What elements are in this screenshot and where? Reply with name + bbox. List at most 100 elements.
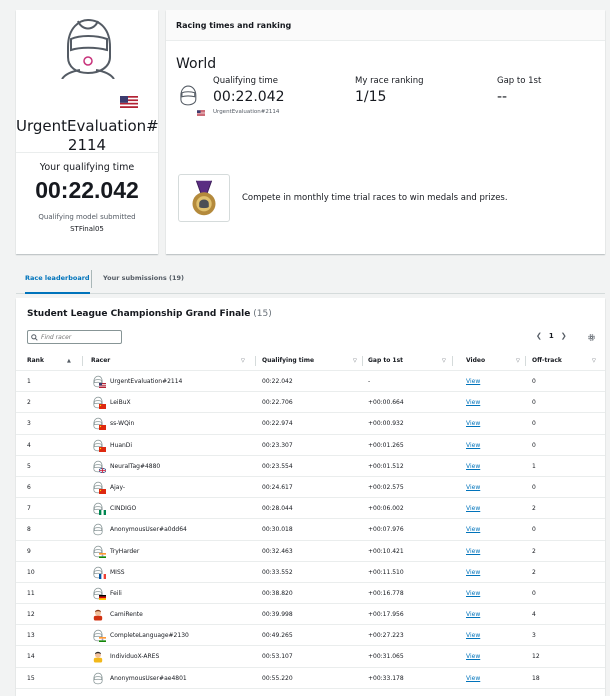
gap-cell: +00:31.065 — [368, 653, 404, 661]
table-row: 9 TryHarder 00:32.463 +00:10.421 View 2 — [16, 541, 605, 562]
search-racer-input[interactable] — [41, 333, 117, 341]
offtrack-cell: 0 — [532, 441, 536, 449]
rank-cell: 3 — [27, 420, 31, 428]
table-row: 14 IndividuoX-ARES 00:53.107 +00:31.065 View… — [16, 646, 605, 668]
table-row: 6 Ajay- 00:24.617 +00:02.575 View 0 — [16, 477, 605, 499]
tab-race-leaderboard[interactable]: Race leaderboard — [25, 266, 90, 294]
search-racer-field[interactable] — [27, 330, 122, 344]
col-video[interactable]: Video ▽ — [466, 351, 520, 371]
view-video-link[interactable]: View — [466, 435, 480, 456]
offtrack-cell: 0 — [532, 526, 536, 534]
table-row: 10 MISS 00:33.552 +00:11.510 View 2 — [16, 562, 605, 583]
qualifying-time-cell: 00:38.820 — [262, 589, 293, 597]
gap-cell: - — [368, 378, 371, 385]
table-row: 12 CamiRente 00:39.998 +00:17.956 View 4 — [16, 604, 605, 626]
view-video-link[interactable]: View — [466, 519, 480, 540]
racer-cell: Feili — [110, 589, 122, 597]
model-name: STFinal05 — [70, 225, 104, 233]
col-gap-label: Gap to 1st — [368, 357, 404, 364]
next-page-icon[interactable]: ❯ — [561, 332, 567, 340]
person-avatar-icon — [93, 609, 103, 621]
view-video-link[interactable]: View — [466, 477, 480, 498]
race-ranking-label: My race ranking — [355, 76, 424, 86]
promo-text: Compete in monthly time trial races to w… — [242, 193, 508, 203]
table-header: Rank ▲ Racer ▽ Qualifying time ▽ Gap to 1st… — [16, 351, 605, 371]
qualifying-time-cell: 00:39.998 — [262, 611, 293, 619]
tab-your-submissions[interactable]: Your submissions (19) — [103, 266, 184, 294]
view-video-link[interactable]: View — [466, 646, 480, 667]
gap-cell: +00:07.976 — [368, 526, 404, 534]
prev-page-icon[interactable]: ❮ — [536, 332, 542, 340]
sort-icon: ▽ — [442, 358, 446, 364]
view-video-link[interactable]: View — [466, 562, 480, 583]
gap-to-first-label: Gap to 1st — [497, 76, 542, 86]
us-flag-icon — [197, 110, 205, 116]
col-rank[interactable]: Rank ▲ — [27, 351, 71, 371]
col-racer-label: Racer — [91, 357, 111, 364]
view-video-link[interactable]: View — [466, 371, 480, 392]
page-number[interactable]: 1 — [549, 332, 554, 340]
offtrack-cell: 0 — [532, 420, 536, 428]
rank-cell: 8 — [27, 526, 31, 534]
col-racer[interactable]: Racer ▽ — [91, 351, 245, 371]
table-row: 11 Feili 00:38.820 +00:16.778 View 0 — [16, 583, 605, 605]
view-video-link[interactable]: View — [466, 456, 480, 477]
col-qualifying-time[interactable]: Qualifying time ▽ — [262, 351, 357, 371]
gap-cell: +00:00.664 — [368, 399, 404, 407]
racer-cell: Ajay- — [110, 483, 126, 491]
qualifying-time-cell: 00:53.107 — [262, 653, 293, 661]
cn-flag-icon — [99, 404, 106, 410]
table-row: 2 LeiBuX 00:22.706 +00:00.664 View 0 — [16, 392, 605, 414]
racing-times-header: Racing times and ranking — [166, 10, 605, 41]
racer-cell: IndividuoX-ARES — [110, 653, 160, 661]
qualifying-time-label: Qualifying time — [213, 76, 278, 86]
offtrack-cell: 4 — [532, 611, 536, 619]
col-offtrack[interactable]: Off-track ▽ — [532, 351, 596, 371]
gear-icon[interactable] — [587, 333, 596, 342]
world-title: World — [176, 56, 217, 72]
search-icon — [31, 333, 38, 341]
column-divider — [452, 356, 453, 366]
racer-cell: CamiRente — [110, 611, 143, 619]
qualifying-time-cell: 00:24.617 — [262, 483, 293, 491]
gap-cell: +00:10.421 — [368, 547, 404, 555]
qualifying-time-cell: 00:55.220 — [262, 674, 293, 682]
rank-cell: 1 — [27, 378, 31, 385]
gap-to-first-value: -- — [497, 89, 508, 105]
view-video-link[interactable]: View — [466, 541, 480, 562]
rank-cell: 12 — [27, 611, 35, 619]
tab-divider — [91, 270, 92, 288]
qualifying-time-cell: 00:23.554 — [262, 462, 293, 470]
view-video-link[interactable]: View — [466, 392, 480, 413]
qualifying-time-value: 00:22.042 — [35, 177, 139, 203]
racer-cell: MISS — [110, 568, 125, 576]
gap-cell: +00:16.778 — [368, 589, 404, 597]
col-gap[interactable]: Gap to 1st ▽ — [368, 351, 446, 371]
leaderboard-card: Student League Championship Grand Finale… — [16, 298, 605, 696]
rank-cell: 13 — [27, 632, 35, 640]
offtrack-cell: 0 — [532, 589, 536, 597]
view-video-link[interactable]: View — [466, 583, 480, 604]
qualifying-racer-name: UrgentEvaluation#2114 — [213, 109, 280, 115]
helmet-avatar-icon — [93, 672, 103, 684]
view-video-link[interactable]: View — [466, 498, 480, 519]
leaderboard-title-text: Student League Championship Grand Finale — [27, 309, 251, 319]
col-offtrack-label: Off-track — [532, 357, 562, 364]
racer-cell: ss-WQin — [110, 420, 135, 428]
view-video-link[interactable]: View — [466, 625, 480, 646]
sort-icon: ▽ — [592, 358, 596, 364]
racer-cell: UrgentEvaluation#2114 — [110, 378, 183, 385]
offtrack-cell: 0 — [532, 483, 536, 491]
sort-asc-icon: ▲ — [67, 358, 71, 364]
qualifying-time-cell: 00:23.307 — [262, 441, 293, 449]
gap-cell: +00:00.932 — [368, 420, 404, 428]
view-video-link[interactable]: View — [466, 668, 480, 689]
racer-name: UrgentEvaluation# 2114 — [16, 117, 159, 154]
view-video-link[interactable]: View — [466, 604, 480, 625]
qualifying-time-cell: 00:32.463 — [262, 547, 293, 555]
qualifying-time-cell: 00:22.974 — [262, 420, 293, 428]
view-video-link[interactable]: View — [466, 413, 480, 434]
col-qualifying-time-label: Qualifying time — [262, 357, 315, 364]
offtrack-cell: 0 — [532, 378, 536, 385]
gap-cell: +00:02.575 — [368, 483, 404, 491]
